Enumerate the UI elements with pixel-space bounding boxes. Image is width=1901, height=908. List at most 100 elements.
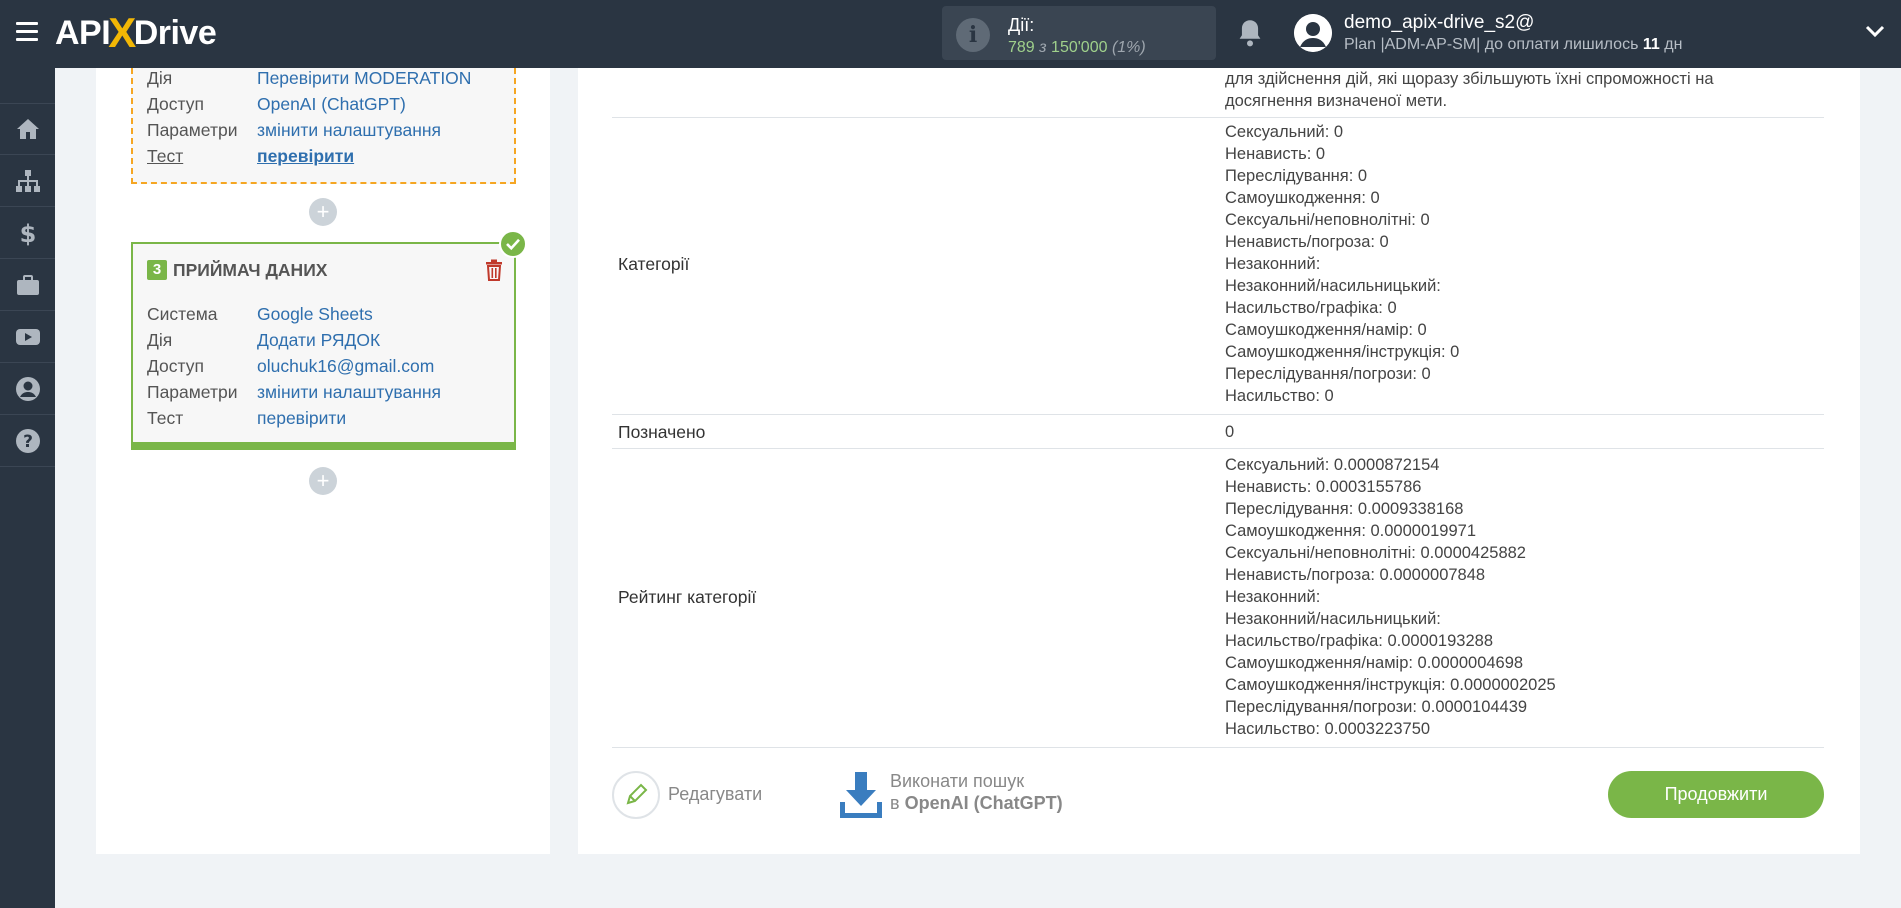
search-target[interactable]: в OpenAI (ChatGPT) (890, 793, 1063, 814)
row-value-link[interactable]: Додати РЯДОК (257, 330, 380, 351)
top-bar: API X Drive i Дії: 789 з 150'000 (1%) demo… (0, 0, 1901, 68)
download-icon[interactable] (838, 772, 884, 820)
user-name[interactable]: demo_apix-drive_s2@ (1344, 12, 1534, 34)
field-label-categories: Категорії (618, 254, 690, 274)
sidebar: $ ? (0, 68, 55, 908)
avatar[interactable] (1294, 14, 1332, 52)
category-line: Сексуальний: 0 (1225, 123, 1344, 141)
briefcase-icon (16, 274, 39, 295)
logo-text-right: Drive (133, 13, 217, 52)
score-line: Переслідування: 0.0009338168 (1225, 500, 1464, 518)
score-line: Самоушкодження/інструкція: 0.0000002025 (1225, 676, 1556, 694)
row-value-link[interactable]: змінити налаштування (257, 382, 441, 403)
actions-counter[interactable]: i Дії: 789 з 150'000 (1%) (942, 6, 1216, 60)
actions-percent: (1%) (1111, 39, 1146, 56)
category-line: Незаконний: (1225, 255, 1321, 273)
step-card-processing: Дія Перевірити MODERATION Доступ OpenAI … (131, 68, 516, 184)
row-key: Доступ (147, 94, 204, 114)
plan-text: Plan |ADM-AP-SM| до оплати лишилось (1344, 36, 1639, 53)
row-key: Параметри (147, 120, 238, 140)
step3-row-test: Тест перевірити (147, 408, 346, 429)
chevron-down-icon[interactable] (1865, 24, 1885, 40)
divider (612, 117, 1824, 118)
result-panel: для здійснення дій, які щоразу збільшуют… (578, 68, 1860, 854)
trash-icon[interactable] (485, 259, 503, 281)
score-line: Самоушкодження: 0.0000019971 (1225, 522, 1477, 540)
logo[interactable]: API X Drive (55, 9, 217, 56)
actions-total: 150'000 (1051, 39, 1108, 56)
youtube-icon (15, 328, 40, 345)
row-key: Параметри (147, 382, 238, 402)
row-key: Дія (147, 68, 173, 88)
edit-button[interactable] (612, 771, 660, 819)
sidebar-item-help[interactable]: ? (0, 415, 55, 467)
sidebar-item-video[interactable] (0, 311, 55, 363)
row-key: Тест (147, 408, 184, 428)
sidebar-item-services[interactable] (0, 259, 55, 311)
category-line: Насильство: 0 (1225, 387, 1334, 405)
menu-icon[interactable] (16, 22, 38, 42)
score-line: Сексуальний: 0.0000872154 (1225, 456, 1440, 474)
actions-count: 789 з 150'000 (1%) (1008, 39, 1146, 57)
field-label-scores: Рейтинг категорії (618, 587, 757, 607)
flow-steps-panel: Дія Перевірити MODERATION Доступ OpenAI … (96, 68, 550, 854)
actions-separator: з (1039, 39, 1047, 56)
row-value-link[interactable]: Google Sheets (257, 304, 373, 325)
step2-row-params: Параметри змінити налаштування (147, 120, 441, 141)
row-value-link[interactable]: перевірити (257, 146, 354, 167)
actions-used: 789 (1008, 39, 1035, 56)
field-value-scores: Сексуальний: 0.0000872154 Ненависть: 0.0… (1225, 454, 1556, 740)
category-line: Самоушкодження/інструкція: 0 (1225, 343, 1460, 361)
step3-row-action: Дія Додати РЯДОК (147, 330, 380, 351)
sidebar-item-account[interactable] (0, 363, 55, 415)
step3-row-system: Система Google Sheets (147, 304, 373, 325)
step-title: ПРИЙМАЧ ДАНИХ (173, 260, 328, 280)
user-avatar-icon (1294, 14, 1332, 52)
row-key: Тест (147, 146, 184, 166)
score-line: Ненависть/погроза: 0.0000007848 (1225, 566, 1486, 584)
row-key: Дія (147, 330, 173, 350)
dollar-icon: $ (19, 220, 36, 246)
category-line: Самоушкодження/намір: 0 (1225, 321, 1427, 339)
score-line: Переслідування/погрози: 0.0000104439 (1225, 698, 1528, 716)
sidebar-item-connections[interactable] (0, 155, 55, 207)
edit-label[interactable]: Редагувати (668, 784, 762, 805)
category-line: Ненависть: 0 (1225, 145, 1326, 163)
divider (612, 747, 1824, 748)
check-icon (499, 230, 527, 258)
score-line: Самоушкодження/намір: 0.0000004698 (1225, 654, 1524, 672)
row-key: Система (147, 304, 218, 324)
row-value-link[interactable]: OpenAI (ChatGPT) (257, 94, 406, 115)
user-icon (15, 376, 40, 401)
search-label[interactable]: Виконати пошук (890, 771, 1024, 792)
row-value-link[interactable]: oluchuk16@gmail.com (257, 356, 434, 377)
search-target-name: OpenAI (ChatGPT) (904, 793, 1063, 813)
pencil-icon (626, 783, 648, 805)
info-icon: i (956, 18, 990, 52)
description-line: для здійснення дій, які щоразу збільшуют… (1225, 70, 1714, 88)
score-line: Насильство: 0.0003223750 (1225, 720, 1431, 738)
category-line: Сексуальні/неповнолітні: 0 (1225, 211, 1430, 229)
actions-label: Дії: (1008, 15, 1035, 35)
home-icon (16, 119, 39, 139)
field-value-flagged: 0 (1225, 423, 1235, 441)
sidebar-item-billing[interactable]: $ (0, 207, 55, 259)
add-step-button[interactable]: + (309, 467, 337, 495)
step2-row-access: Доступ OpenAI (ChatGPT) (147, 94, 406, 115)
help-icon: ? (15, 428, 40, 453)
score-line: Незаконний/насильницький: (1225, 610, 1441, 628)
score-line: Незаконний: (1225, 588, 1321, 606)
sidebar-item-home[interactable] (0, 103, 55, 155)
category-line: Незаконний/насильницький: (1225, 277, 1441, 295)
plan-days-suffix: дн (1664, 36, 1683, 53)
search-prefix: в (890, 793, 900, 813)
row-value-link[interactable]: змінити налаштування (257, 120, 441, 141)
svg-text:?: ? (23, 432, 33, 452)
add-step-button[interactable]: + (309, 198, 337, 226)
bell-icon[interactable] (1236, 18, 1264, 48)
field-value-categories: Сексуальний: 0 Ненависть: 0 Переслідуван… (1225, 121, 1459, 407)
row-value-link[interactable]: перевірити (257, 408, 346, 429)
continue-button[interactable]: Продовжити (1608, 771, 1824, 818)
row-value-link[interactable]: Перевірити MODERATION (257, 68, 471, 89)
score-line: Насильство/графіка: 0.0000193288 (1225, 632, 1493, 650)
